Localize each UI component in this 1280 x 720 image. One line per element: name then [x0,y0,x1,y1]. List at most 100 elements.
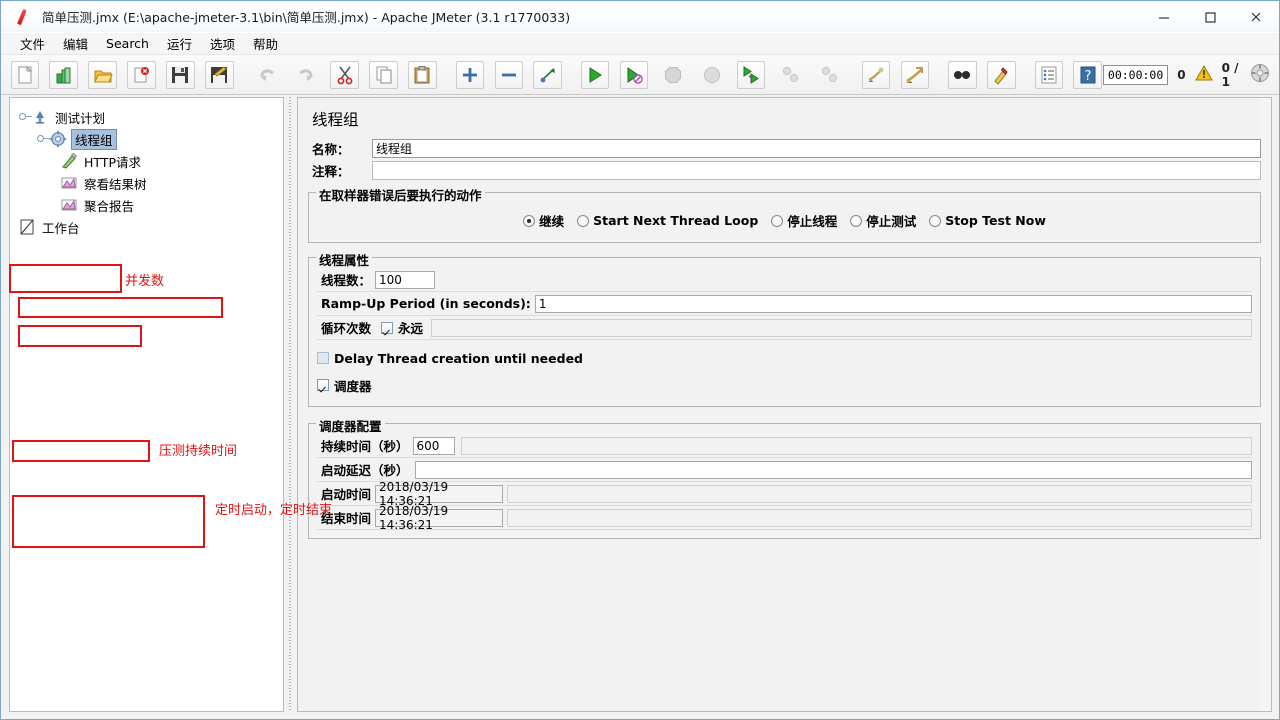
menu-help[interactable]: 帮助 [244,32,287,55]
expand-icon[interactable] [455,60,485,89]
maximize-button[interactable] [1187,1,1233,33]
search-reset-icon[interactable] [987,60,1016,89]
save-as-icon[interactable] [205,60,234,89]
end-time-input[interactable]: 2018/03/19 14:36:21 [375,504,504,532]
help-icon[interactable]: ? [1073,60,1102,89]
loop-count-input[interactable] [431,318,1252,337]
menu-file[interactable]: 文件 [11,32,54,55]
remote-stop-all-icon[interactable] [776,61,804,89]
expand-handle-icon[interactable] [36,134,50,145]
radio-continue[interactable]: 继续 [523,211,564,230]
toolbar: ? 00:00:00 0 0 / 1 [1,55,1279,95]
test-plan-icon [31,108,49,126]
thread-count-input[interactable]: 100 [375,270,436,289]
save-icon[interactable] [166,60,195,89]
name-label: 名称： [312,142,350,157]
tree-node-workbench[interactable]: 工作台 [18,216,283,238]
content-area: 测试计划 线程组 HTTP请求 察看结果树 聚合报告 工作台 线程组 名称： 线… [1,95,1279,719]
end-time-row: 结束时间 2018/03/19 14:36:21 [317,504,1252,532]
radio-label: Stop Test Now [945,213,1046,228]
expand-handle-icon[interactable] [18,112,32,123]
menu-run[interactable]: 运行 [158,32,201,55]
toggle-icon[interactable] [533,60,562,89]
duration-filler [460,436,1252,455]
collapse-icon[interactable] [494,60,523,89]
radio-stop-test[interactable]: 停止测试 [850,211,916,230]
rampup-row: Ramp-Up Period (in seconds): 1 [317,292,1252,316]
start-time-input[interactable]: 2018/03/19 14:36:21 [375,480,504,508]
tree-node-http-request[interactable]: HTTP请求 [18,150,283,172]
test-plan-tree: 测试计划 线程组 HTTP请求 察看结果树 聚合报告 工作台 [10,98,283,238]
tree-label: 线程组 [71,128,117,150]
cut-icon[interactable] [330,60,359,89]
tree-label: 聚合报告 [84,198,135,214]
templates-icon[interactable] [49,60,78,89]
test-plan-tree-panel[interactable]: 测试计划 线程组 HTTP请求 察看结果树 聚合报告 工作台 [9,97,284,712]
forever-checkbox[interactable]: 永远 [381,318,423,337]
menu-bar: 文件 编辑 Search 运行 选项 帮助 [1,33,1279,55]
scheduler-configuration-group: 调度器配置 持续时间（秒） 600 启动延迟（秒） 启动时间 2018/03/1… [308,416,1261,539]
close-doc-icon[interactable] [127,60,156,89]
warning-triangle-icon[interactable] [1194,64,1213,85]
open-icon[interactable] [88,60,117,89]
delay-creation-row: Delay Thread creation until needed [317,344,1252,372]
scheduler-configuration-legend: 调度器配置 [316,416,385,435]
tree-node-test-plan[interactable]: 测试计划 [18,106,283,128]
thread-count-row: 线程数： 100 [317,268,1252,292]
window-title: 简单压测.jmx (E:\apache-jmeter-3.1\bin\简单压测.… [42,10,571,25]
tree-node-thread-group[interactable]: 线程组 [18,128,283,150]
rampup-input[interactable]: 1 [534,294,1252,313]
undo-icon[interactable] [253,61,281,89]
start-no-pauses-icon[interactable] [619,60,649,89]
menu-options[interactable]: 选项 [201,32,244,55]
stop-icon[interactable] [659,61,687,89]
menu-edit[interactable]: 编辑 [54,32,97,55]
sampler-error-action-legend: 在取样器错误后要执行的动作 [316,185,485,204]
start-icon[interactable] [580,60,610,89]
pane-splitter[interactable] [285,97,295,712]
radio-stop-test-now[interactable]: Stop Test Now [929,213,1046,228]
comment-row: 注释： [308,161,1261,180]
tree-node-view-results-tree[interactable]: 察看结果树 [18,172,283,194]
radio-label: 停止线程 [787,214,838,229]
jmeter-window: 简单压测.jmx (E:\apache-jmeter-3.1\bin\简单压测.… [0,0,1280,720]
search-icon[interactable] [948,60,977,89]
active-thread-count: 0 / 1 [1221,60,1239,89]
menu-search[interactable]: Search [97,34,158,53]
warning-count: 0 [1177,67,1186,82]
radio-label: 继续 [539,214,565,229]
annotation-duration: 压测持续时间 [159,444,238,459]
tree-label: HTTP请求 [84,154,141,170]
thread-count-label: 线程数： [321,273,372,288]
clear-all-icon[interactable] [900,60,930,89]
startup-delay-input[interactable] [414,460,1252,479]
duration-input[interactable]: 600 [412,436,455,455]
paste-icon[interactable] [408,60,437,89]
close-button[interactable] [1233,1,1279,33]
tree-node-aggregate-report[interactable]: 聚合报告 [18,194,283,216]
delay-thread-creation-checkbox[interactable]: Delay Thread creation until needed [317,351,583,366]
loop-count-label: 循环次数 [321,321,372,336]
radio-start-next-thread-loop[interactable]: Start Next Thread Loop [577,213,758,228]
duration-row: 持续时间（秒） 600 [317,434,1252,458]
minimize-button[interactable] [1141,1,1187,33]
elapsed-timer: 00:00:00 [1102,64,1169,85]
copy-icon[interactable] [369,60,398,89]
rampup-label: Ramp-Up Period (in seconds): [321,296,531,311]
radio-stop-thread[interactable]: 停止线程 [771,211,837,230]
new-icon[interactable] [10,60,39,89]
redo-icon[interactable] [291,61,319,89]
function-helper-icon[interactable] [1034,60,1063,89]
scheduler-checkbox[interactable]: 调度器 [317,376,372,395]
window-controls [1141,1,1279,33]
clear-icon[interactable] [861,60,891,89]
name-input[interactable]: 线程组 [372,139,1261,158]
thread-activity-icon [1250,63,1270,86]
comment-input[interactable] [372,161,1261,180]
remote-shutdown-all-icon[interactable] [814,61,842,89]
remote-start-all-icon[interactable] [736,60,766,89]
thread-group-icon [49,130,67,148]
shutdown-icon[interactable] [698,61,726,89]
thread-properties-group: 线程属性 线程数： 100 Ramp-Up Period (in seconds… [308,250,1261,407]
radio-label: 停止测试 [866,214,917,229]
